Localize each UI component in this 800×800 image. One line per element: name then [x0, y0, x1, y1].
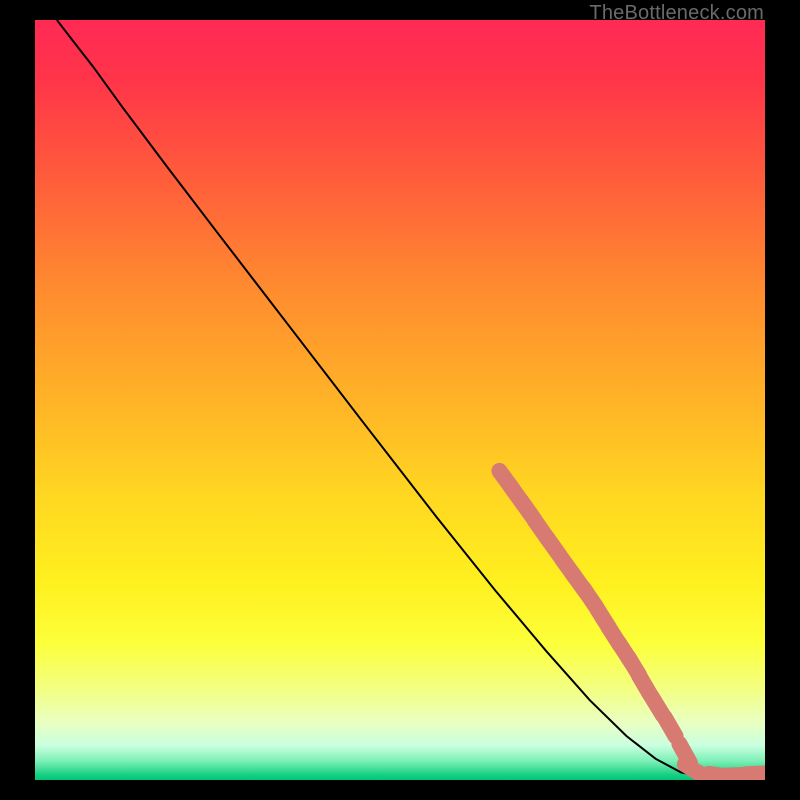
curve-marker [685, 764, 704, 776]
chart-frame: TheBottleneck.com [0, 0, 800, 800]
gradient-background [35, 20, 765, 780]
chart-plot [35, 20, 765, 780]
curve-marker [665, 717, 676, 736]
